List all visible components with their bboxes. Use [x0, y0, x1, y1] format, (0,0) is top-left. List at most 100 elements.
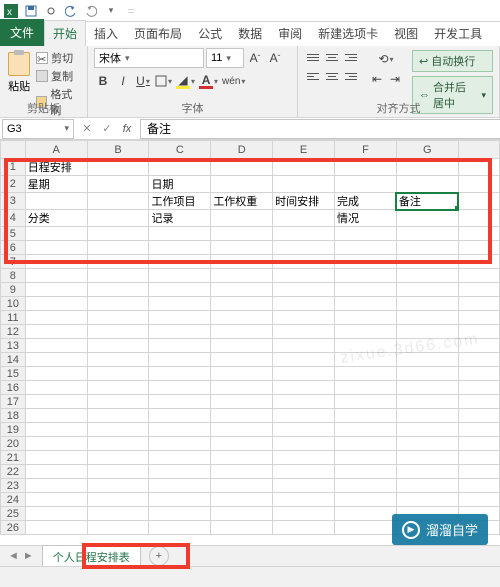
orientation-button[interactable]: ⟲	[368, 50, 404, 68]
row-header[interactable]: 3	[1, 193, 26, 210]
cell[interactable]	[273, 227, 335, 241]
cell[interactable]	[211, 283, 273, 297]
cell[interactable]	[458, 241, 499, 255]
cell[interactable]	[211, 521, 273, 535]
cell[interactable]	[458, 423, 499, 437]
cell[interactable]	[149, 325, 211, 339]
cell[interactable]	[149, 297, 211, 311]
cell[interactable]	[335, 255, 397, 269]
cell[interactable]	[149, 255, 211, 269]
cell[interactable]	[211, 451, 273, 465]
cell[interactable]	[211, 297, 273, 311]
cell[interactable]	[273, 283, 335, 297]
font-color-button[interactable]: A	[198, 72, 219, 90]
cell[interactable]	[149, 479, 211, 493]
cell[interactable]	[87, 521, 149, 535]
row-header[interactable]: 7	[1, 255, 26, 269]
tab-insert[interactable]: 插入	[86, 21, 126, 46]
cell[interactable]	[335, 297, 397, 311]
cell[interactable]	[211, 176, 273, 193]
cell[interactable]	[87, 227, 149, 241]
align-left-button[interactable]	[304, 67, 322, 85]
cell[interactable]	[87, 176, 149, 193]
cell[interactable]	[149, 353, 211, 367]
cell[interactable]	[273, 311, 335, 325]
tab-view[interactable]: 视图	[386, 21, 426, 46]
cell[interactable]	[149, 311, 211, 325]
row-header[interactable]: 13	[1, 339, 26, 353]
cell[interactable]	[396, 395, 458, 409]
undo-icon[interactable]	[64, 4, 78, 18]
cell[interactable]: 工作权重	[211, 193, 273, 210]
cell[interactable]	[458, 451, 499, 465]
cell[interactable]	[396, 493, 458, 507]
cell[interactable]	[335, 176, 397, 193]
bold-button[interactable]: B	[94, 72, 112, 90]
row-header[interactable]: 12	[1, 325, 26, 339]
row-header[interactable]: 18	[1, 409, 26, 423]
touch-icon[interactable]	[44, 4, 58, 18]
cell[interactable]	[87, 210, 149, 227]
cell[interactable]	[149, 437, 211, 451]
align-right-button[interactable]	[342, 67, 360, 85]
cell[interactable]	[396, 381, 458, 395]
row-header[interactable]: 1	[1, 159, 26, 176]
cell[interactable]	[25, 395, 87, 409]
cell[interactable]	[25, 255, 87, 269]
cell[interactable]	[458, 159, 499, 176]
align-top-button[interactable]	[304, 48, 322, 66]
cell[interactable]	[396, 227, 458, 241]
cell[interactable]	[273, 159, 335, 176]
cell[interactable]	[149, 339, 211, 353]
cell[interactable]	[396, 479, 458, 493]
cell[interactable]	[335, 479, 397, 493]
cell[interactable]	[25, 297, 87, 311]
outdent-button[interactable]: ⇤	[368, 70, 386, 88]
row-header[interactable]: 8	[1, 269, 26, 283]
row-header[interactable]: 14	[1, 353, 26, 367]
cell[interactable]	[396, 210, 458, 227]
cell[interactable]	[458, 193, 499, 210]
tab-home[interactable]: 开始	[44, 20, 86, 46]
cell[interactable]	[273, 479, 335, 493]
tab-scroll-left-icon[interactable]: ◄	[8, 550, 19, 562]
cell[interactable]	[149, 381, 211, 395]
row-header[interactable]: 22	[1, 465, 26, 479]
cell[interactable]	[458, 465, 499, 479]
cell[interactable]: 工作项目	[149, 193, 211, 210]
align-middle-button[interactable]	[323, 48, 341, 66]
cell[interactable]	[396, 311, 458, 325]
row-header[interactable]: 20	[1, 437, 26, 451]
cell[interactable]	[25, 193, 87, 210]
cell[interactable]	[335, 409, 397, 423]
cell[interactable]	[87, 283, 149, 297]
cell[interactable]	[149, 241, 211, 255]
cell[interactable]	[25, 437, 87, 451]
tab-layout[interactable]: 页面布局	[126, 21, 190, 46]
redo-icon[interactable]	[84, 4, 98, 18]
select-all-corner[interactable]	[1, 141, 26, 159]
row-header[interactable]: 10	[1, 297, 26, 311]
cell[interactable]	[211, 409, 273, 423]
cell[interactable]	[458, 297, 499, 311]
cell[interactable]	[335, 311, 397, 325]
cell[interactable]: 备注	[396, 193, 458, 210]
cell[interactable]	[211, 493, 273, 507]
row-header[interactable]: 17	[1, 395, 26, 409]
add-sheet-button[interactable]: +	[149, 546, 169, 566]
shrink-font-button[interactable]: Aˇ	[266, 49, 284, 67]
cell[interactable]	[273, 451, 335, 465]
cell[interactable]	[458, 367, 499, 381]
cell[interactable]	[149, 507, 211, 521]
cell[interactable]	[211, 311, 273, 325]
row-header[interactable]: 23	[1, 479, 26, 493]
cell[interactable]	[211, 269, 273, 283]
cell[interactable]	[335, 159, 397, 176]
row-header[interactable]: 26	[1, 521, 26, 535]
tab-dev[interactable]: 开发工具	[426, 21, 490, 46]
cell[interactable]	[458, 479, 499, 493]
cell[interactable]	[335, 325, 397, 339]
cell[interactable]	[149, 409, 211, 423]
cell[interactable]	[458, 227, 499, 241]
cell[interactable]	[87, 159, 149, 176]
